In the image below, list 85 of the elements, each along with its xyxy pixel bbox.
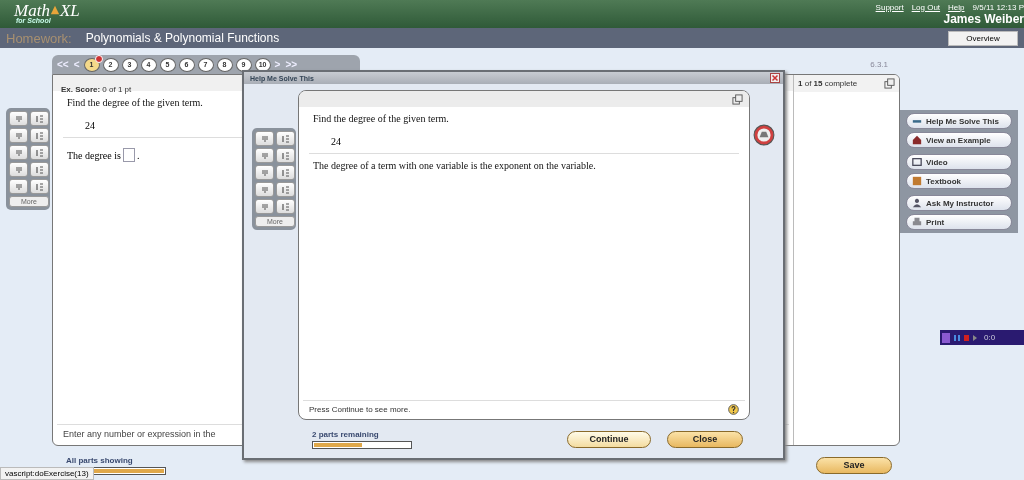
incorrect-mark-icon bbox=[94, 54, 103, 63]
symbol-icon bbox=[13, 130, 24, 141]
symbol-icon bbox=[259, 167, 270, 178]
popout-icon[interactable] bbox=[884, 78, 895, 89]
status-bar: vascript:doExercise(13) bbox=[0, 467, 94, 480]
math-term: 24 bbox=[331, 136, 341, 147]
symbol-icon bbox=[259, 133, 270, 144]
save-button[interactable]: Save bbox=[816, 456, 892, 474]
parts-label: All parts showing bbox=[66, 455, 134, 465]
symbol-icon bbox=[259, 201, 270, 212]
explanation-text: The degree of a term with one variable is the exponent on the variable. bbox=[313, 160, 596, 171]
continue-button[interactable]: Continue bbox=[567, 430, 651, 448]
tool-button[interactable]: Ask My Instructor bbox=[906, 195, 1012, 211]
symbol-icon bbox=[34, 181, 45, 192]
symbol-icon bbox=[280, 201, 291, 212]
answer-text: The degree is bbox=[67, 149, 121, 161]
tool-button[interactable]: Video bbox=[906, 154, 1012, 170]
completion-count: 1 of 15 complete bbox=[798, 79, 858, 88]
tool-button[interactable]: Print bbox=[906, 214, 1012, 230]
house-icon bbox=[912, 135, 922, 145]
math-key-button[interactable] bbox=[30, 179, 49, 194]
math-key-button[interactable] bbox=[276, 165, 295, 180]
math-key-button[interactable] bbox=[9, 162, 28, 177]
symbol-icon bbox=[280, 184, 291, 195]
symbol-icon bbox=[13, 147, 24, 158]
close-icon[interactable] bbox=[770, 73, 780, 83]
math-key-button[interactable] bbox=[255, 182, 274, 197]
symbol-icon bbox=[13, 113, 24, 124]
math-key-button[interactable] bbox=[30, 128, 49, 143]
math-key-button[interactable] bbox=[9, 179, 28, 194]
date-time: 9/5/11 12:13 P bbox=[972, 2, 1024, 12]
overview-button[interactable]: Overview bbox=[948, 30, 1018, 46]
math-key-button[interactable] bbox=[30, 162, 49, 177]
exercise-score: Ex. Score: 0 of 1 pt bbox=[61, 85, 132, 94]
question-text: Find the degree of the given term. bbox=[313, 113, 449, 124]
section-number: 6.3.1 bbox=[870, 60, 888, 69]
math-term: 24 bbox=[85, 120, 95, 131]
tool-button[interactable]: View an Example bbox=[906, 132, 1012, 148]
section-label: Homework: bbox=[6, 30, 72, 46]
symbol-icon bbox=[13, 164, 24, 175]
math-key-button[interactable] bbox=[276, 182, 295, 197]
tool-button[interactable]: Help Me Solve This bbox=[906, 113, 1012, 129]
parts-label: 2 parts remaining bbox=[312, 429, 380, 439]
user-name: James Weiber bbox=[943, 11, 1024, 26]
film-icon bbox=[912, 157, 922, 167]
media-time: 0:0 bbox=[984, 333, 996, 342]
symbol-icon bbox=[259, 150, 270, 161]
symbol-icon bbox=[34, 164, 45, 175]
symbol-icon bbox=[259, 184, 270, 195]
symbol-icon bbox=[34, 147, 45, 158]
printer-icon bbox=[912, 217, 922, 227]
symbol-icon bbox=[34, 130, 45, 141]
popout-icon[interactable] bbox=[732, 93, 743, 105]
person-icon bbox=[912, 198, 922, 208]
math-key-button[interactable] bbox=[276, 131, 295, 146]
page-title: Polynomials & Polynomial Functions bbox=[85, 31, 280, 45]
math-key-button[interactable] bbox=[30, 111, 49, 126]
header-link[interactable]: Help bbox=[948, 2, 965, 12]
math-key-button[interactable] bbox=[30, 145, 49, 160]
question-text: Find the degree of the given term. bbox=[67, 97, 203, 108]
math-key-button[interactable] bbox=[9, 145, 28, 160]
math-key-button[interactable] bbox=[255, 148, 274, 163]
math-key-button[interactable] bbox=[255, 131, 274, 146]
symbol-icon bbox=[280, 150, 291, 161]
book-icon bbox=[912, 176, 922, 186]
math-key-button[interactable] bbox=[255, 165, 274, 180]
symbol-icon bbox=[280, 167, 291, 178]
footer-text: Press Continue to see more. bbox=[309, 405, 411, 414]
eraser-icon[interactable] bbox=[753, 124, 775, 146]
close-button[interactable]: Close bbox=[667, 430, 743, 448]
tool-button[interactable]: Textbook bbox=[906, 173, 1012, 189]
answer-text: . bbox=[136, 149, 140, 161]
symbol-icon bbox=[34, 113, 45, 124]
header-link[interactable]: Support bbox=[875, 2, 904, 12]
math-key-button[interactable] bbox=[9, 111, 28, 126]
help-icon[interactable] bbox=[728, 404, 739, 415]
symbol-icon bbox=[13, 181, 24, 192]
math-key-button[interactable] bbox=[9, 128, 28, 143]
symbol-icon bbox=[280, 133, 291, 144]
math-key-button[interactable] bbox=[255, 199, 274, 214]
math-key-button[interactable] bbox=[276, 199, 295, 214]
header-link[interactable]: Log Out bbox=[911, 2, 941, 12]
media-controls-icon bbox=[942, 332, 978, 343]
answer-box[interactable] bbox=[122, 148, 135, 162]
math-key-button[interactable] bbox=[276, 148, 295, 163]
